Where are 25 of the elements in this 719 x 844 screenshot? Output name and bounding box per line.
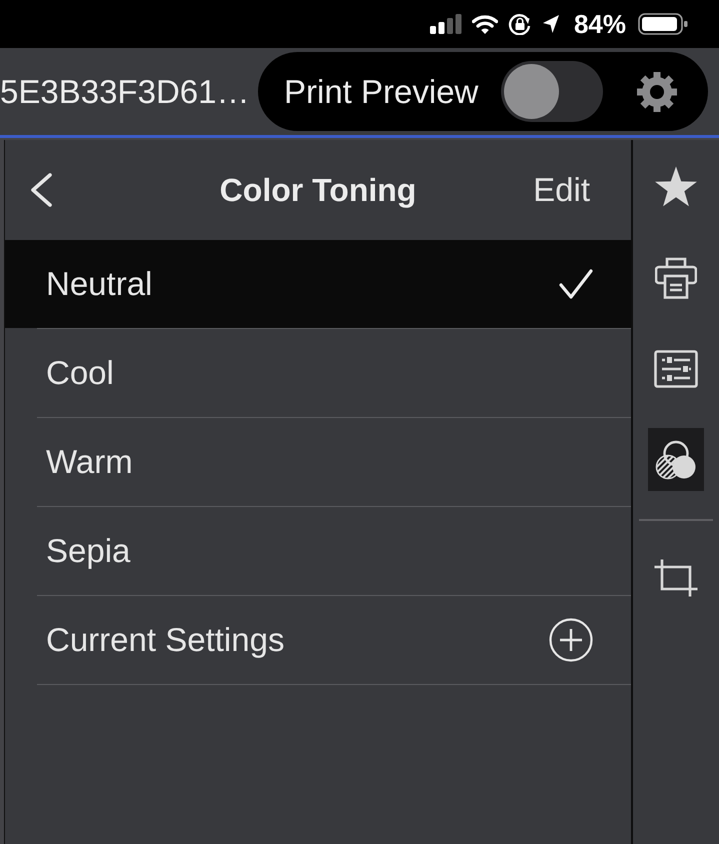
star-icon [654,166,698,208]
battery-icon [638,13,688,35]
printer-icon [655,256,697,298]
preset-row[interactable]: Cool [5,329,631,417]
overlapping-circles-icon [654,440,698,480]
rotation-lock-icon [508,13,532,35]
back-icon[interactable] [30,173,52,207]
add-preset-row[interactable]: Current Settings [5,596,631,684]
preset-row[interactable]: Sepia [5,507,631,595]
wifi-icon [472,14,498,34]
sliders-icon [654,350,698,388]
panel-title: Color Toning [220,171,416,210]
settings-icon[interactable] [636,70,678,112]
signal-icon [430,14,462,34]
battery-percentage: 84% [574,11,626,37]
checkmark-icon [559,269,593,299]
preset-row[interactable]: Warm [5,418,631,506]
crop-icon [654,558,698,596]
location-arrow-icon [542,14,560,34]
tool-button[interactable] [648,428,704,491]
print-preview-label: Print Preview [284,72,478,112]
document-title: 5E3B33F3D61… [0,72,250,112]
preset-row[interactable]: Neutral [5,240,631,328]
edit-button[interactable]: Edit [533,165,590,215]
add-circle-icon[interactable] [549,618,593,662]
